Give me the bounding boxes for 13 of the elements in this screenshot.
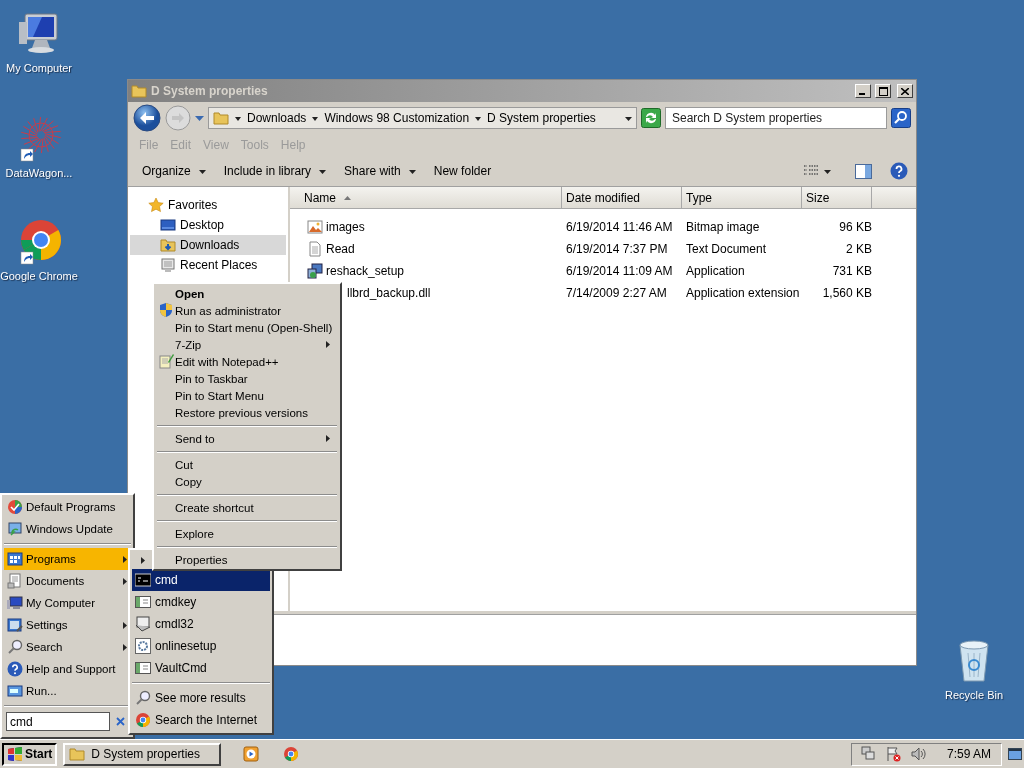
size-cell-text: 731 KB [831, 264, 872, 278]
date-cell-text: 6/19/2014 7:37 PM [565, 242, 669, 256]
type-cell-text: Application extension [685, 286, 801, 300]
type-cell-text: Bitmap image [685, 220, 761, 234]
date-cell-text: 7/14/2009 2:27 AM [565, 286, 668, 300]
size-cell-text: 96 KB [838, 220, 872, 234]
type-cell-text: Application [685, 264, 746, 278]
size-cell-text: 1,560 KB [821, 286, 872, 300]
size-cell-text: 2 KB [845, 242, 872, 256]
window-title: D System properties [151, 84, 269, 98]
type-cell-text: Text Document [685, 242, 768, 256]
date-cell-text: 6/19/2014 11:46 AM [565, 220, 674, 234]
date-cell-text: 6/19/2014 11:09 AM [565, 264, 674, 278]
